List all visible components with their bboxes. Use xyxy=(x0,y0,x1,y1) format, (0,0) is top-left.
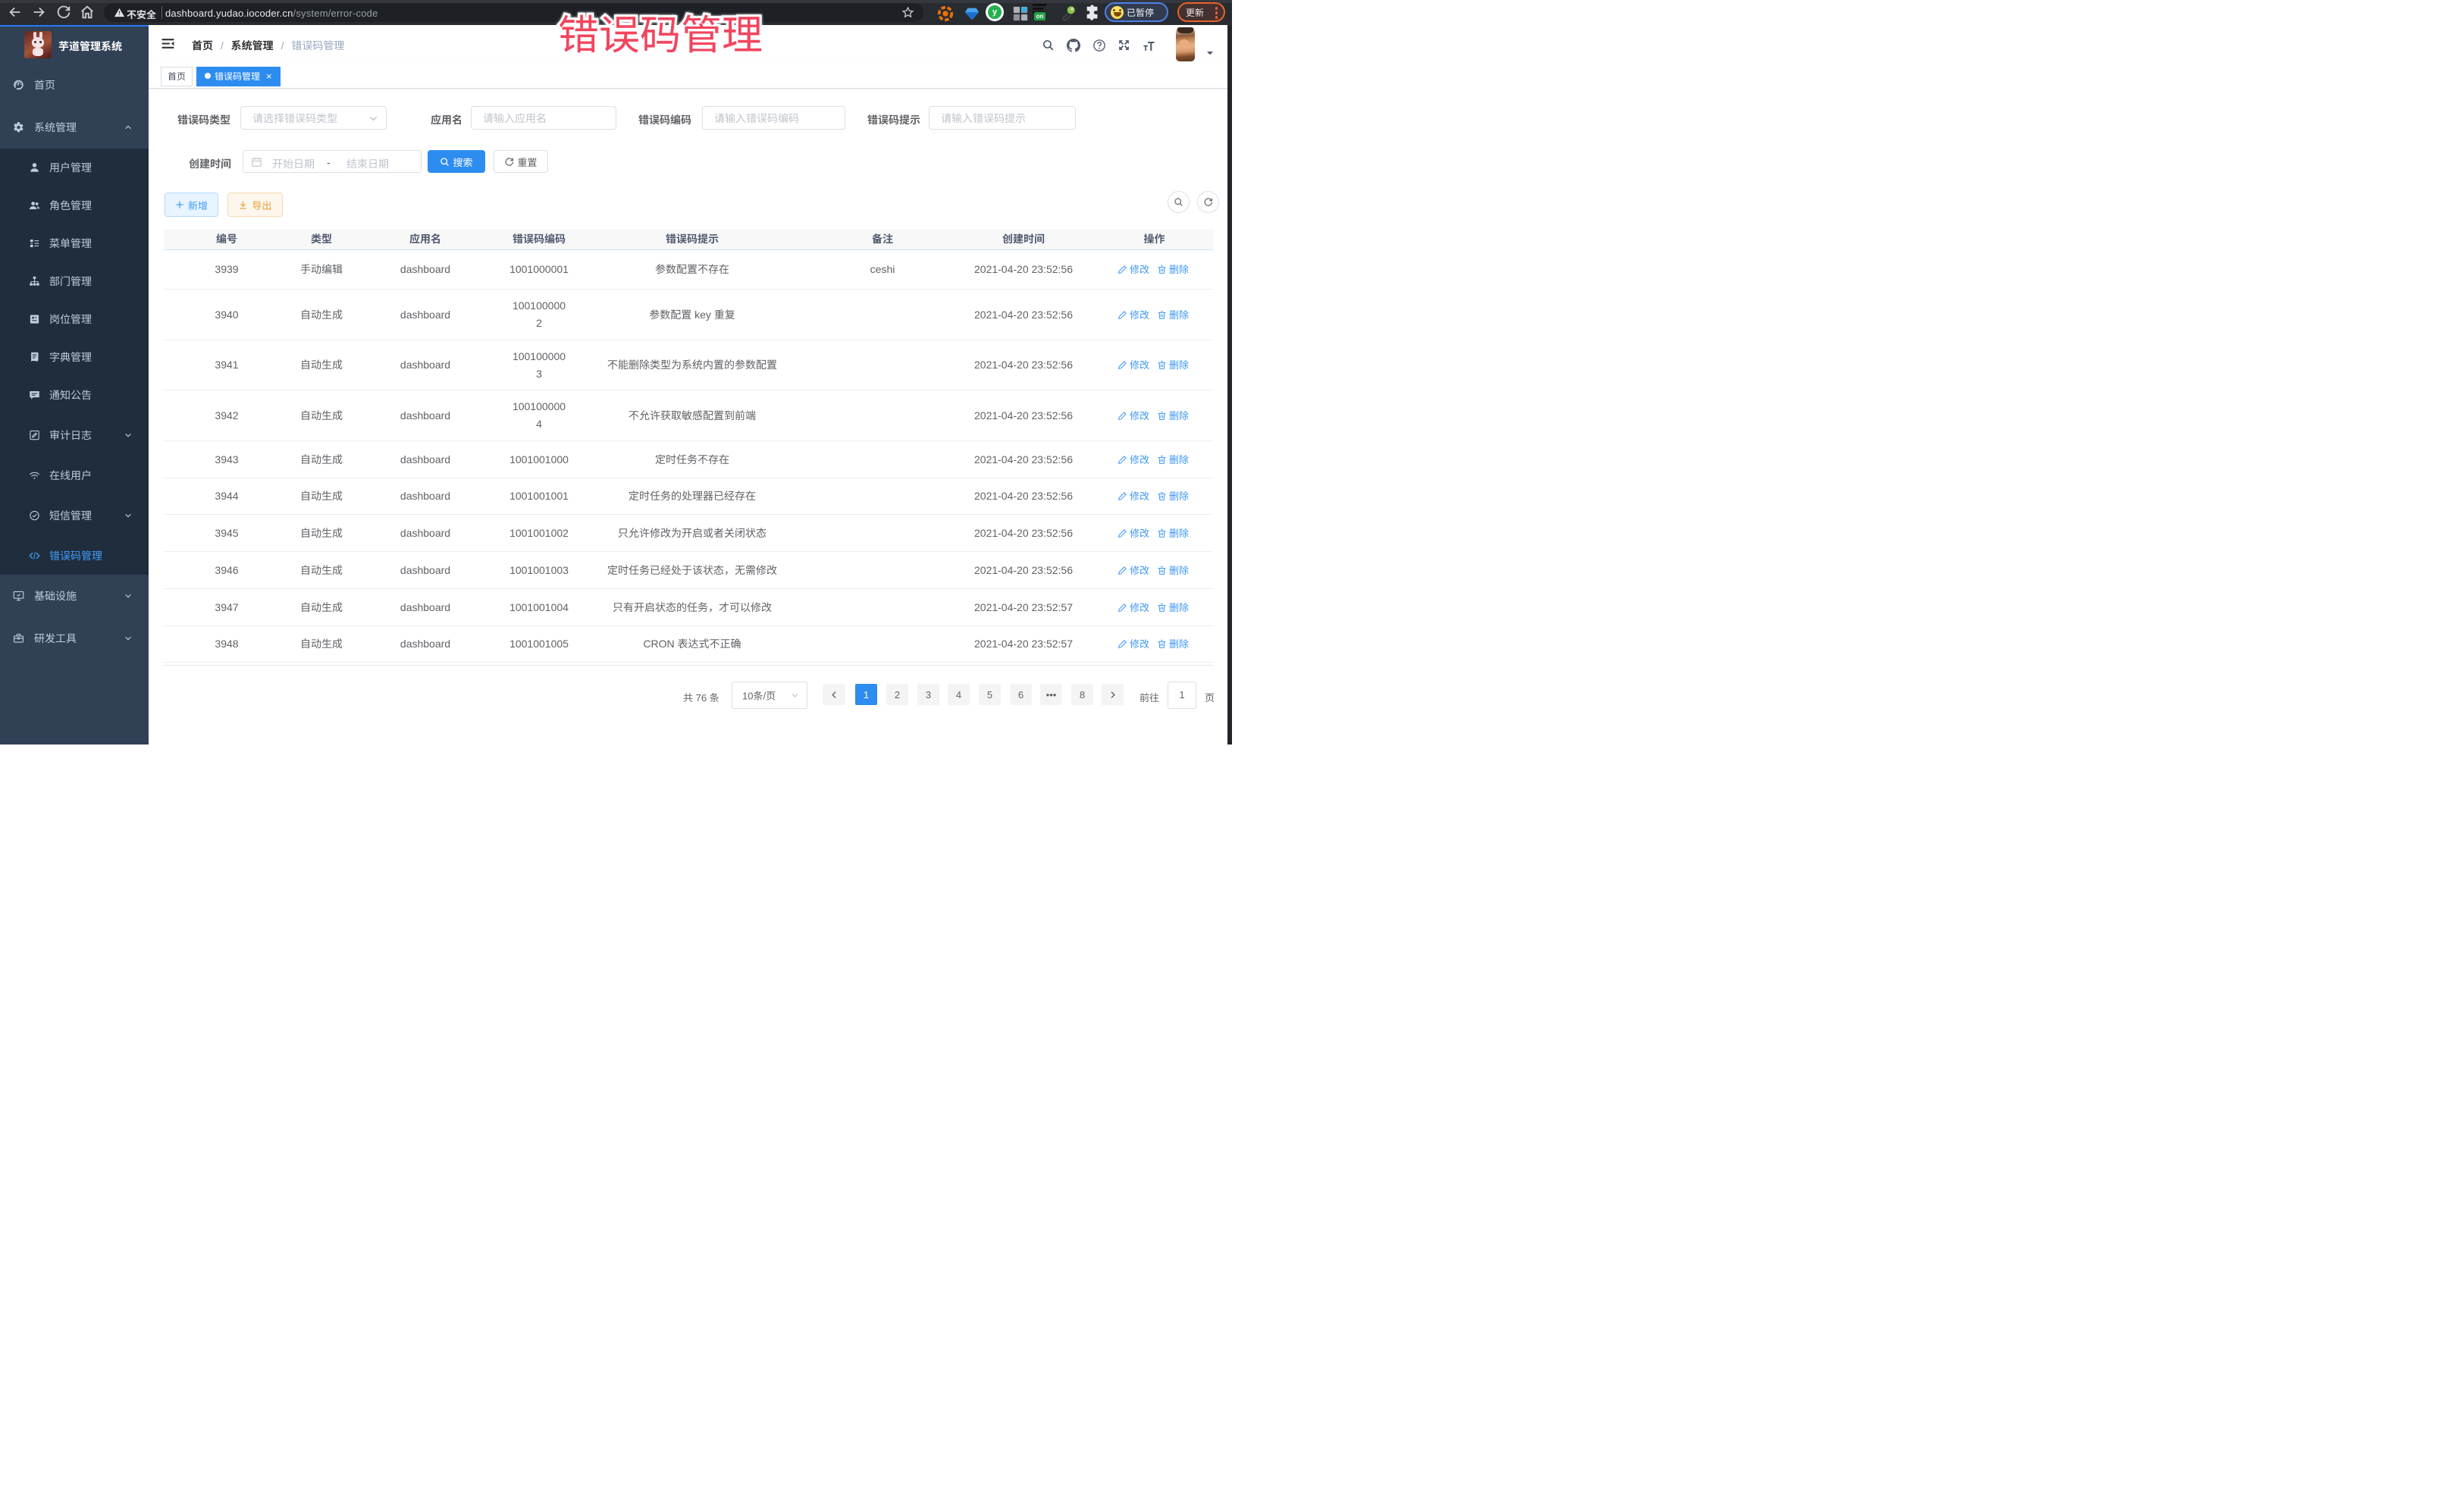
svg-text:错误码管理: 错误码管理 xyxy=(558,13,763,58)
